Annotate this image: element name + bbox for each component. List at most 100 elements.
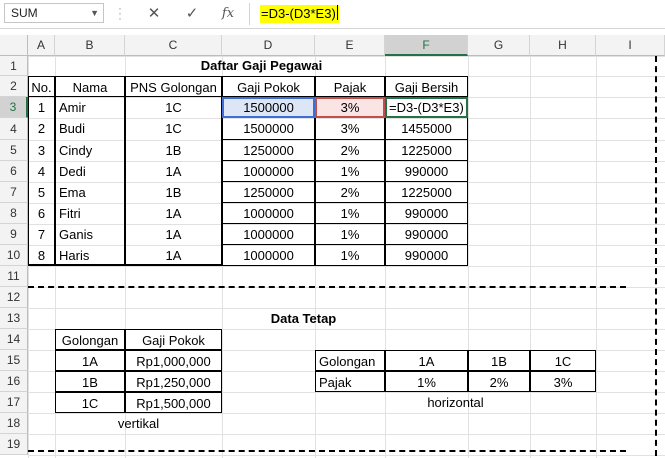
row-header-3[interactable]: 3 <box>0 97 28 118</box>
formula-input[interactable]: =D3-(D3*E3) <box>249 3 665 25</box>
horizontal-data-cell[interactable]: 2% <box>468 371 530 392</box>
table-data-cell[interactable]: 4 <box>28 161 55 182</box>
data-tetap-title[interactable]: Data Tetap <box>222 308 385 329</box>
table-data-cell[interactable]: 7 <box>28 224 55 245</box>
table-title[interactable]: Daftar Gaji Pegawai <box>55 56 468 76</box>
horizontal-data-cell[interactable]: 3% <box>530 371 596 392</box>
row-header-15[interactable]: 15 <box>0 350 28 371</box>
referenced-cell-e3[interactable]: 3% <box>315 97 385 118</box>
active-cell-f3[interactable]: =D3-(D3*E3) <box>385 97 468 118</box>
horizontal-data-cell[interactable]: 1% <box>385 371 468 392</box>
table-data-cell[interactable]: 1000000 <box>222 203 315 224</box>
column-header-b[interactable]: B <box>55 35 125 56</box>
chevron-down-icon[interactable]: ▼ <box>90 4 99 22</box>
table-data-cell[interactable]: 1C <box>125 118 222 140</box>
cancel-icon[interactable]: ✕ <box>144 4 164 24</box>
horizontal-data-cell[interactable]: 1B <box>468 350 530 371</box>
table-data-cell[interactable]: 1455000 <box>385 118 468 140</box>
row-header-12[interactable]: 12 <box>0 287 28 308</box>
table-data-cell[interactable]: 1250000 <box>222 182 315 203</box>
table-data-cell[interactable]: 1B <box>125 182 222 203</box>
table-data-cell[interactable]: 2 <box>28 118 55 140</box>
table-data-cell[interactable]: 990000 <box>385 224 468 245</box>
vertical-caption[interactable]: vertikal <box>55 413 222 434</box>
table-data-cell[interactable]: Dedi <box>55 161 125 182</box>
table-data-cell[interactable]: 1A <box>125 245 222 266</box>
vertical-data-cell[interactable]: 1B <box>55 371 125 392</box>
row-header-13[interactable]: 13 <box>0 308 28 329</box>
row-header-18[interactable]: 18 <box>0 413 28 434</box>
table-data-cell[interactable]: 990000 <box>385 203 468 224</box>
table-data-cell[interactable]: 1A <box>125 224 222 245</box>
table-data-cell[interactable]: 1% <box>315 203 385 224</box>
table-data-cell[interactable]: 1225000 <box>385 140 468 161</box>
name-box[interactable]: SUM ▼ <box>4 3 104 23</box>
table-data-cell[interactable]: 8 <box>28 245 55 266</box>
vertical-header-cell[interactable]: Gaji Pokok <box>125 329 222 350</box>
row-header-16[interactable]: 16 <box>0 371 28 392</box>
row-header-2[interactable]: 2 <box>0 76 28 97</box>
splitter-handle-icon[interactable]: · · · <box>118 2 122 24</box>
vertical-data-cell[interactable]: Rp1,000,000 <box>125 350 222 371</box>
worksheet-grid[interactable]: Daftar Gaji Pegawai No. Nama PNS Golongan Ga… <box>28 56 665 458</box>
row-header-17[interactable]: 17 <box>0 392 28 413</box>
table-data-cell[interactable]: Haris <box>55 245 125 266</box>
row-header-11[interactable]: 11 <box>0 266 28 287</box>
column-header-i[interactable]: I <box>596 35 665 56</box>
table-data-cell[interactable]: 1250000 <box>222 140 315 161</box>
table-data-cell[interactable]: Budi <box>55 118 125 140</box>
vertical-data-cell[interactable]: Rp1,250,000 <box>125 371 222 392</box>
row-header-7[interactable]: 7 <box>0 182 28 203</box>
table-data-cell[interactable]: 1% <box>315 245 385 266</box>
referenced-cell-d3[interactable]: 1500000 <box>222 97 315 118</box>
horizontal-caption[interactable]: horizontal <box>315 392 596 413</box>
vertical-header-cell[interactable]: Golongan <box>55 329 125 350</box>
column-header-d[interactable]: D <box>222 35 315 56</box>
table-data-cell[interactable]: 1 <box>28 97 55 118</box>
table-data-cell[interactable]: 6 <box>28 203 55 224</box>
table-data-cell[interactable]: 1000000 <box>222 161 315 182</box>
column-header-a[interactable]: A <box>28 35 55 56</box>
table-data-cell[interactable]: 5 <box>28 182 55 203</box>
table-data-cell[interactable]: 1500000 <box>222 118 315 140</box>
table-data-cell[interactable]: 2% <box>315 182 385 203</box>
table-data-cell[interactable]: 1000000 <box>222 224 315 245</box>
horizontal-data-cell[interactable]: 1A <box>385 350 468 371</box>
select-all-corner[interactable] <box>0 35 28 56</box>
vertical-data-cell[interactable]: 1A <box>55 350 125 371</box>
vertical-data-cell[interactable]: 1C <box>55 392 125 413</box>
vertical-data-cell[interactable]: Rp1,500,000 <box>125 392 222 413</box>
table-data-cell[interactable]: 1A <box>125 161 222 182</box>
row-header-10[interactable]: 10 <box>0 245 28 266</box>
table-header-cell[interactable]: Gaji Pokok <box>222 76 315 97</box>
row-header-8[interactable]: 8 <box>0 203 28 224</box>
row-header-9[interactable]: 9 <box>0 224 28 245</box>
table-header-cell[interactable]: Gaji Bersih <box>385 76 468 97</box>
horizontal-data-cell[interactable]: Pajak <box>315 371 385 392</box>
table-data-cell[interactable]: 1B <box>125 140 222 161</box>
check-icon[interactable]: ✓ <box>182 4 202 24</box>
row-header-1[interactable]: 1 <box>0 56 28 76</box>
table-data-cell[interactable]: 1% <box>315 224 385 245</box>
fx-icon[interactable]: fx <box>218 4 238 24</box>
column-header-e[interactable]: E <box>315 35 385 56</box>
table-data-cell[interactable]: Fitri <box>55 203 125 224</box>
table-data-cell[interactable]: 1C <box>125 97 222 118</box>
table-data-cell[interactable]: Ganis <box>55 224 125 245</box>
table-data-cell[interactable]: Amir <box>55 97 125 118</box>
table-data-cell[interactable]: 1225000 <box>385 182 468 203</box>
table-header-cell[interactable]: Pajak <box>315 76 385 97</box>
table-data-cell[interactable]: 1A <box>125 203 222 224</box>
row-header-19[interactable]: 19 <box>0 434 28 455</box>
table-data-cell[interactable]: 1% <box>315 161 385 182</box>
table-data-cell[interactable]: 1000000 <box>222 245 315 266</box>
table-header-cell[interactable]: No. <box>28 76 55 97</box>
table-data-cell[interactable]: 990000 <box>385 245 468 266</box>
column-header-f[interactable]: F <box>385 35 468 56</box>
horizontal-data-cell[interactable]: 1C <box>530 350 596 371</box>
horizontal-data-cell[interactable]: Golongan <box>315 350 385 371</box>
table-header-cell[interactable]: PNS Golongan <box>125 76 222 97</box>
row-header-14[interactable]: 14 <box>0 329 28 350</box>
column-header-c[interactable]: C <box>125 35 222 56</box>
table-data-cell[interactable]: 3% <box>315 118 385 140</box>
